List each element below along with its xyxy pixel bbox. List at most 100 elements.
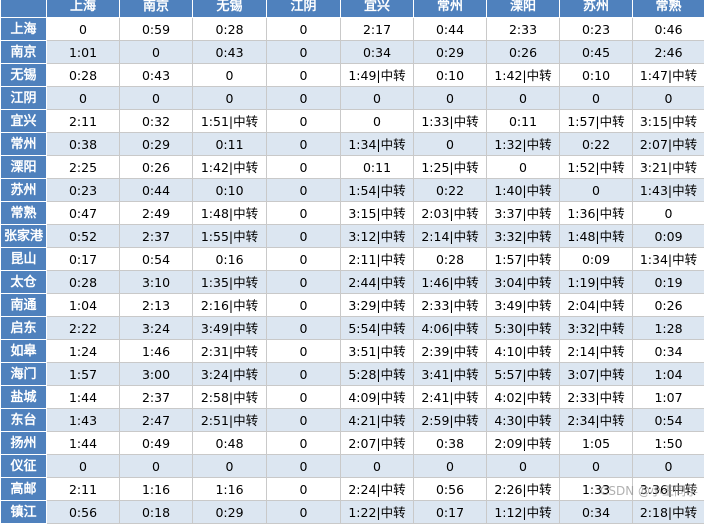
table-row: 扬州1:440:490:4802:07|中转0:382:09|中转1:051:5…: [1, 432, 704, 455]
table-cell: 2:31|中转: [193, 340, 267, 363]
table-cell: 0:11: [487, 110, 560, 133]
table-cell: 0:10: [414, 64, 487, 87]
table-cell: 1:48|中转: [193, 202, 267, 225]
column-header: 溧阳: [487, 0, 560, 18]
column-header: 常熟: [633, 0, 704, 18]
table-cell: 2:24|中转: [341, 478, 414, 501]
table-row: 海门1:573:003:24|中转05:28|中转3:41|中转5:57|中转3…: [1, 363, 704, 386]
row-header: 扬州: [1, 432, 47, 455]
table-cell: 0: [267, 432, 341, 455]
table-cell: 1:43|中转: [633, 179, 704, 202]
table-cell: 1:32|中转: [487, 133, 560, 156]
table-cell: 1:46: [120, 340, 193, 363]
table-cell: 0:56: [47, 501, 120, 524]
row-header: 太仓: [1, 271, 47, 294]
table-cell: 3:41|中转: [414, 363, 487, 386]
row-header: 南京: [1, 41, 47, 64]
table-cell: 2:16|中转: [193, 294, 267, 317]
table-cell: 1:36|中转: [560, 202, 633, 225]
table-cell: 0:09: [633, 225, 704, 248]
row-header: 如皋: [1, 340, 47, 363]
table-cell: 2:33: [487, 18, 560, 41]
table-cell: 0:56: [414, 478, 487, 501]
table-cell: 0:34: [341, 41, 414, 64]
table-cell: 2:25: [47, 156, 120, 179]
table-cell: 0: [267, 110, 341, 133]
table-row: 江阴000000000: [1, 87, 704, 110]
table-cell: 3:32|中转: [560, 317, 633, 340]
table-row: 苏州0:230:440:1001:54|中转0:221:40|中转01:43|中…: [1, 179, 704, 202]
table-cell: 3:32|中转: [487, 225, 560, 248]
table-row: 宜兴2:110:321:51|中转001:33|中转0:111:57|中转3:1…: [1, 110, 704, 133]
table-cell: 2:07|中转: [341, 432, 414, 455]
table-cell: 0: [633, 455, 704, 478]
table-cell: 2:34|中转: [560, 409, 633, 432]
table-cell: 2:11|中转: [341, 248, 414, 271]
table-cell: 1:43: [47, 409, 120, 432]
table-cell: 1:16: [193, 478, 267, 501]
table-cell: 0:38: [414, 432, 487, 455]
table-cell: 0:44: [120, 179, 193, 202]
table-cell: 0:43: [120, 64, 193, 87]
table-cell: 3:00: [120, 363, 193, 386]
table-cell: 0:45: [560, 41, 633, 64]
table-cell: 0: [267, 202, 341, 225]
table-cell: 2:14|中转: [414, 225, 487, 248]
table-cell: 1:51|中转: [193, 110, 267, 133]
table-cell: 1:22|中转: [341, 501, 414, 524]
table-cell: 1:44: [47, 386, 120, 409]
table-cell: 0:29: [120, 133, 193, 156]
table-cell: 0: [560, 179, 633, 202]
row-header: 张家港: [1, 225, 47, 248]
column-header: 上海: [47, 0, 120, 18]
table-cell: 3:21|中转: [633, 156, 704, 179]
table-row: 盐城1:442:372:58|中转04:09|中转2:41|中转4:02|中转2…: [1, 386, 704, 409]
table-cell: 1:47|中转: [633, 64, 704, 87]
table-cell: 1:34|中转: [633, 248, 704, 271]
table-cell: 1:07: [633, 386, 704, 409]
table-cell: 3:15|中转: [633, 110, 704, 133]
table-cell: 0: [267, 501, 341, 524]
table-cell: 2:44|中转: [341, 271, 414, 294]
table-cell: 4:10|中转: [487, 340, 560, 363]
table-cell: 1:40|中转: [487, 179, 560, 202]
table-cell: 2:14|中转: [560, 340, 633, 363]
table-cell: 4:06|中转: [414, 317, 487, 340]
table-cell: 0:11: [193, 133, 267, 156]
table-cell: 1:55|中转: [193, 225, 267, 248]
table-cell: 5:57|中转: [487, 363, 560, 386]
table-cell: 1:19|中转: [560, 271, 633, 294]
table-cell: 0:23: [560, 18, 633, 41]
row-header: 东台: [1, 409, 47, 432]
table-cell: 1:54|中转: [341, 179, 414, 202]
table-cell: 0: [267, 248, 341, 271]
table-cell: 0:59: [120, 18, 193, 41]
table-cell: 5:30|中转: [487, 317, 560, 340]
table-cell: 1:05: [560, 432, 633, 455]
table-cell: 3:15|中转: [341, 202, 414, 225]
table-cell: 3:24: [120, 317, 193, 340]
table-cell: 1:57|中转: [560, 110, 633, 133]
table-cell: 2:37: [120, 386, 193, 409]
table-row: 如皋1:241:462:31|中转03:51|中转2:39|中转4:10|中转2…: [1, 340, 704, 363]
table-cell: 0: [47, 87, 120, 110]
column-header: 宜兴: [341, 0, 414, 18]
table-cell: 2:17: [341, 18, 414, 41]
table-cell: 0:52: [47, 225, 120, 248]
table-row: 溧阳2:250:261:42|中转00:111:25|中转01:52|中转3:2…: [1, 156, 704, 179]
table-cell: 1:42|中转: [193, 156, 267, 179]
table-cell: 1:35|中转: [193, 271, 267, 294]
table-cell: 0: [341, 110, 414, 133]
table-cell: 1:57|中转: [487, 248, 560, 271]
header-row: 上海 南京 无锡 江阴 宜兴 常州 溧阳 苏州 常熟: [1, 0, 704, 18]
table-cell: 0:46: [633, 18, 704, 41]
table-cell: 4:02|中转: [487, 386, 560, 409]
row-header: 宜兴: [1, 110, 47, 133]
table-cell: 0:26: [487, 41, 560, 64]
column-header: 常州: [414, 0, 487, 18]
table-cell: 1:24: [47, 340, 120, 363]
table-cell: 0: [267, 41, 341, 64]
table-cell: 1:33: [560, 478, 633, 501]
table-cell: 0: [414, 87, 487, 110]
table-cell: 2:11: [47, 110, 120, 133]
